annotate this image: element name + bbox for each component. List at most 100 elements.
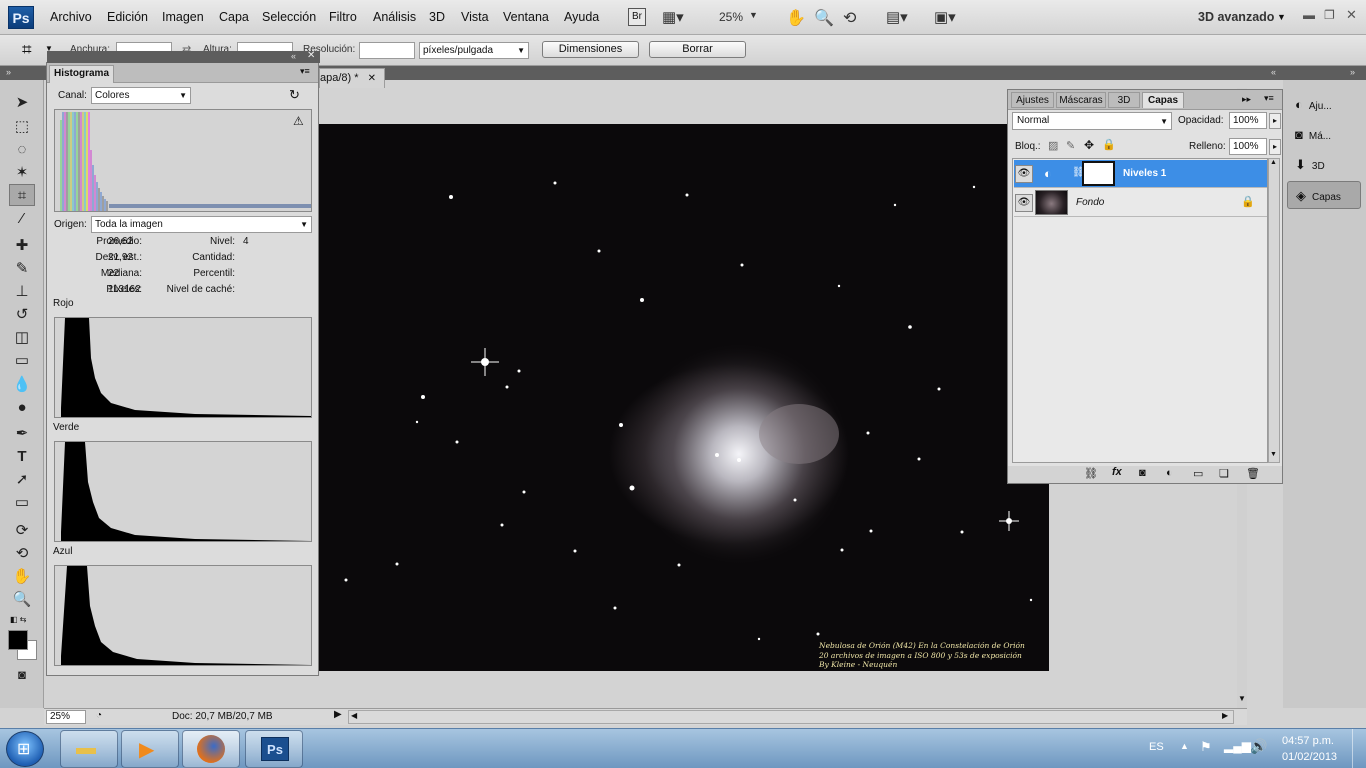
menu-3d[interactable]: 3D — [429, 10, 445, 24]
lock-position-icon[interactable]: ✥ — [1084, 138, 1094, 152]
crop-tool-icon[interactable]: ⌗ — [22, 40, 32, 60]
menu-capa[interactable]: Capa — [219, 10, 249, 24]
resolution-field[interactable] — [359, 42, 415, 59]
clock-time[interactable]: 04:57 p.m. — [1282, 735, 1334, 747]
workspace-switcher[interactable]: 3D avanzado — [1198, 10, 1274, 24]
new-layer-icon[interactable]: ❏ — [1219, 467, 1229, 480]
layer-mask-thumbnail[interactable] — [1082, 161, 1115, 186]
resolution-unit-select[interactable]: píxeles/pulgada ▼ — [419, 42, 529, 59]
tab-capas[interactable]: Capas — [1142, 92, 1184, 108]
menu-edicion[interactable]: Edición — [107, 10, 148, 24]
collapse-dock-icon[interactable]: « — [1271, 67, 1276, 77]
3d-rotate-tool-icon[interactable]: ⟳ — [9, 520, 35, 542]
dodge-tool-icon[interactable]: ● — [9, 397, 35, 419]
scroll-up-icon[interactable]: ▲ — [1270, 159, 1277, 166]
opacity-field[interactable]: 100% — [1229, 112, 1267, 129]
scroll-down-icon[interactable]: ▼ — [1238, 694, 1246, 703]
lock-pixels-icon[interactable]: ✎ — [1066, 139, 1075, 152]
tab-ajustes[interactable]: Ajustes — [1011, 92, 1054, 108]
show-hidden-icons-icon[interactable]: ▲ — [1180, 741, 1189, 751]
gradient-tool-icon[interactable]: ▭ — [9, 350, 35, 372]
menu-ventana[interactable]: Ventana — [503, 10, 549, 24]
tab-mascaras[interactable]: Máscaras — [1056, 92, 1106, 108]
menu-seleccion[interactable]: Selección — [262, 10, 316, 24]
rotate-view-icon[interactable]: ⟲ — [843, 8, 856, 28]
clock-date[interactable]: 01/02/2013 — [1282, 751, 1337, 763]
fill-slider-arrow-icon[interactable]: ▸ — [1269, 139, 1281, 155]
source-select[interactable]: Toda la imagen ▼ — [91, 216, 312, 233]
view-extras-icon[interactable]: ▦▾ — [662, 8, 684, 28]
collapse-icon[interactable]: ▸▸ — [1242, 94, 1251, 105]
bridge-button[interactable]: Br — [628, 8, 646, 26]
path-selection-tool-icon[interactable]: ➚ — [9, 469, 35, 491]
taskbar-media-player[interactable]: ▶ — [121, 730, 179, 768]
status-menu-arrow-icon[interactable]: ▶ — [334, 709, 342, 720]
zoom-tool-icon[interactable]: 🔍 — [814, 8, 834, 28]
lasso-tool-icon[interactable]: ◌ — [9, 139, 35, 161]
layer-style-icon[interactable]: fx — [1112, 466, 1122, 478]
lock-all-icon[interactable]: 🔒 — [1102, 138, 1116, 151]
dock-item-3d[interactable]: ⬇ 3D — [1287, 151, 1361, 179]
restore-icon[interactable]: ❐ — [1324, 8, 1335, 22]
menu-ayuda[interactable]: Ayuda — [564, 10, 599, 24]
new-group-icon[interactable]: ▭ — [1193, 467, 1203, 480]
shape-tool-icon[interactable]: ▭ — [9, 492, 35, 514]
panel-menu-icon[interactable]: ▾≡ — [300, 66, 310, 77]
refresh-icon[interactable]: ↻ — [289, 87, 300, 103]
layers-scrollbar[interactable]: ▲ ▼ — [1268, 158, 1280, 463]
dimensions-button[interactable]: Dimensiones — [542, 41, 639, 58]
trash-icon[interactable]: 🗑 — [1246, 467, 1260, 480]
dock-item-capas[interactable]: ◈ Capas — [1287, 181, 1361, 209]
default-colors-icon[interactable]: ◧ ⇆ — [10, 615, 26, 624]
screen-mode-icon[interactable]: ▣▾ — [934, 8, 956, 28]
dock-item-mascaras[interactable]: ◙ Má... — [1287, 121, 1361, 149]
layer-name-niveles[interactable]: Niveles 1 — [1123, 168, 1166, 179]
opacity-slider-arrow-icon[interactable]: ▸ — [1269, 113, 1281, 129]
photoshop-logo[interactable]: Ps — [8, 6, 34, 29]
brush-tool-icon[interactable]: ✎ — [9, 258, 35, 280]
horizontal-scrollbar[interactable]: ◀ ▶ — [348, 710, 1234, 724]
language-indicator[interactable]: ES — [1149, 741, 1164, 753]
chevron-down-icon[interactable]: ▼ — [749, 10, 758, 30]
channel-select[interactable]: Colores ▼ — [91, 87, 191, 104]
hand-tool-icon[interactable]: ✋ — [786, 8, 806, 28]
menu-vista[interactable]: Vista — [461, 10, 489, 24]
healing-brush-tool-icon[interactable]: ✚ — [9, 235, 35, 257]
magic-wand-tool-icon[interactable]: ✶ — [9, 162, 35, 184]
hand-tool-icon[interactable]: ✋ — [9, 566, 35, 588]
zoom-level-dropdown[interactable]: 25% — [719, 10, 743, 30]
crop-tool-icon[interactable]: ⌗ — [9, 184, 35, 206]
start-button[interactable]: ⊞ — [6, 731, 44, 767]
history-brush-tool-icon[interactable]: ↺ — [9, 304, 35, 326]
close-panel-icon[interactable]: ✕ — [307, 50, 315, 61]
link-layers-icon[interactable]: ⛓ — [1084, 467, 1098, 480]
pen-tool-icon[interactable]: ✒ — [9, 423, 35, 445]
taskbar-firefox[interactable] — [182, 730, 240, 768]
orion-nebula-image[interactable]: Nebulosa de Orión (M42) En la Constelaci… — [319, 124, 1049, 671]
document-tab[interactable]: apa/8) * ✕ — [319, 68, 385, 88]
menu-archivo[interactable]: Archivo — [50, 10, 92, 24]
menu-analisis[interactable]: Análisis — [373, 10, 416, 24]
fill-field[interactable]: 100% — [1229, 138, 1267, 155]
menu-filtro[interactable]: Filtro — [329, 10, 357, 24]
taskbar-explorer[interactable]: ▬ — [60, 730, 118, 768]
visibility-eye-icon[interactable]: 👁 — [1015, 194, 1033, 212]
blur-tool-icon[interactable]: 💧 — [9, 374, 35, 396]
quick-mask-icon[interactable]: ◙ — [9, 664, 35, 686]
tab-histograma[interactable]: Histograma — [49, 65, 114, 83]
add-mask-icon[interactable]: ◙ — [1139, 467, 1146, 479]
show-desktop-button[interactable] — [1352, 729, 1366, 768]
scroll-down-icon[interactable]: ▼ — [1270, 451, 1277, 458]
volume-icon[interactable]: 🔊 — [1250, 738, 1267, 755]
clone-stamp-tool-icon[interactable]: ⊥ — [9, 281, 35, 303]
action-center-flag-icon[interactable]: ⚑ — [1200, 739, 1212, 755]
expand-dock-icon[interactable]: » — [1350, 67, 1355, 77]
blend-mode-select[interactable]: Normal ▼ — [1012, 112, 1172, 130]
minimize-icon[interactable]: ▬ — [1303, 8, 1315, 22]
clear-button[interactable]: Borrar — [649, 41, 746, 58]
move-tool-icon[interactable]: ➤ — [9, 92, 35, 114]
dock-item-ajustes[interactable]: ◐ Aju... — [1287, 91, 1361, 119]
zoom-tool-icon[interactable]: 🔍 — [9, 589, 35, 611]
workspace-chevron-icon[interactable]: ▼ — [1277, 12, 1286, 22]
lock-transparency-icon[interactable]: ▨ — [1048, 139, 1058, 152]
